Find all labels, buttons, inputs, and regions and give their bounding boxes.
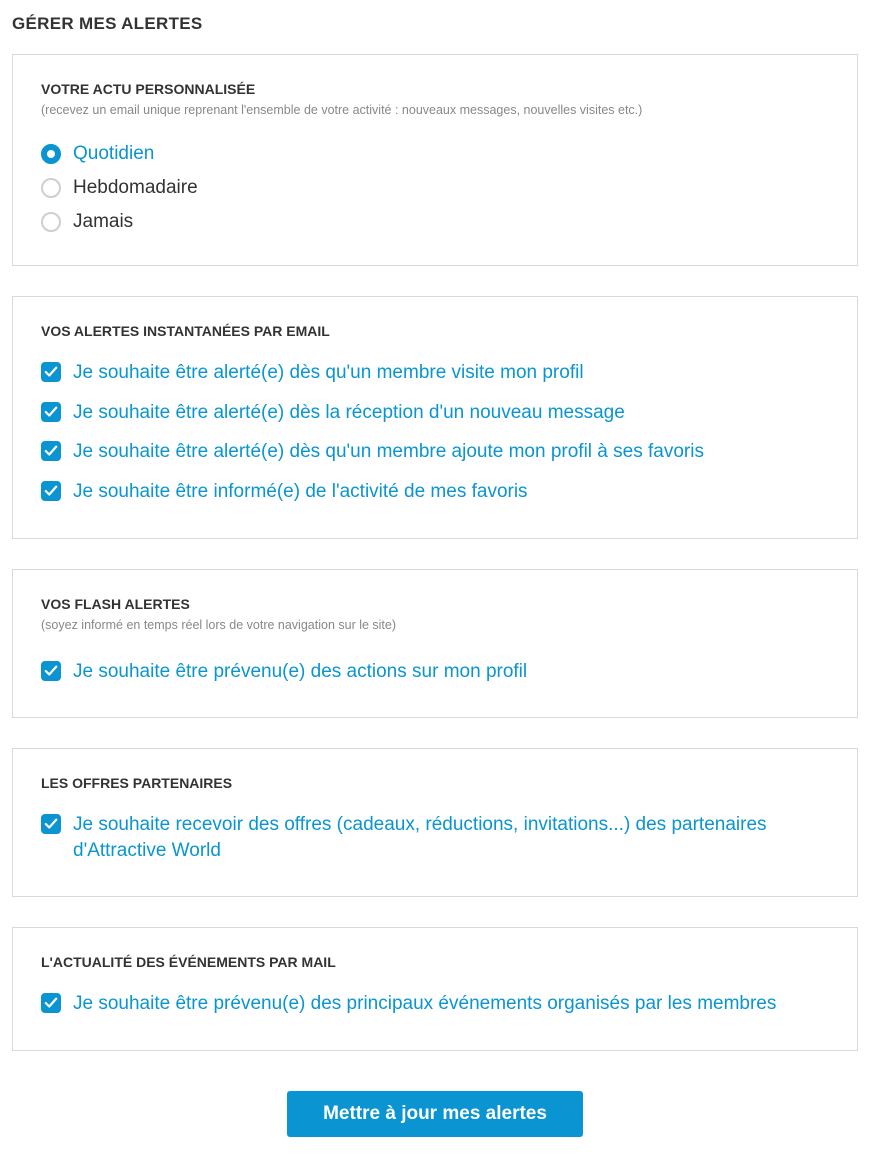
section-instant-title: VOS ALERTES INSTANTANÉES PAR EMAIL (41, 323, 829, 339)
checkbox-events[interactable]: Je souhaite être prévenu(e) des principa… (41, 984, 829, 1024)
section-evenements-title: L'ACTUALITÉ DES ÉVÉNEMENTS PAR MAIL (41, 954, 829, 970)
section-evenements: L'ACTUALITÉ DES ÉVÉNEMENTS PAR MAIL Je s… (12, 927, 858, 1051)
radio-icon (41, 178, 61, 198)
radio-hebdomadaire[interactable]: Hebdomadaire (41, 171, 829, 205)
radio-icon (41, 144, 61, 164)
radio-jamais[interactable]: Jamais (41, 205, 829, 239)
checkbox-alert-activite-label: Je souhaite être informé(e) de l'activit… (73, 479, 528, 505)
radio-jamais-label: Jamais (73, 211, 133, 233)
section-flash-title: VOS FLASH ALERTES (41, 596, 829, 612)
checkbox-alert-visite-label: Je souhaite être alerté(e) dès qu'un mem… (73, 360, 584, 386)
section-actu-title: VOTRE ACTU PERSONNALISÉE (41, 81, 829, 97)
checkbox-partenaires-offres[interactable]: Je souhaite recevoir des offres (cadeaux… (41, 805, 829, 870)
checkbox-flash-actions-label: Je souhaite être prévenu(e) des actions … (73, 659, 527, 685)
section-partenaires-title: LES OFFRES PARTENAIRES (41, 775, 829, 791)
check-icon (41, 814, 61, 834)
checkbox-flash-actions[interactable]: Je souhaite être prévenu(e) des actions … (41, 652, 829, 692)
check-icon (41, 481, 61, 501)
page-title: GÉRER MES ALERTES (12, 14, 858, 34)
radio-icon (41, 212, 61, 232)
radio-hebdomadaire-label: Hebdomadaire (73, 177, 198, 199)
section-partenaires: LES OFFRES PARTENAIRES Je souhaite recev… (12, 748, 858, 897)
checkbox-alert-activite[interactable]: Je souhaite être informé(e) de l'activit… (41, 472, 829, 512)
radio-quotidien-label: Quotidien (73, 143, 154, 165)
check-icon (41, 661, 61, 681)
check-icon (41, 441, 61, 461)
checkbox-events-label: Je souhaite être prévenu(e) des principa… (73, 991, 776, 1017)
checkbox-alert-visite[interactable]: Je souhaite être alerté(e) dès qu'un mem… (41, 353, 829, 393)
checkbox-alert-favoris[interactable]: Je souhaite être alerté(e) dès qu'un mem… (41, 432, 829, 472)
section-actu-subtitle: (recevez un email unique reprenant l'ens… (41, 103, 829, 117)
section-actu: VOTRE ACTU PERSONNALISÉE (recevez un ema… (12, 54, 858, 266)
checkbox-alert-message-label: Je souhaite être alerté(e) dès la récept… (73, 400, 625, 426)
check-icon (41, 993, 61, 1013)
checkbox-alert-favoris-label: Je souhaite être alerté(e) dès qu'un mem… (73, 439, 704, 465)
section-instant: VOS ALERTES INSTANTANÉES PAR EMAIL Je so… (12, 296, 858, 539)
checkbox-alert-message[interactable]: Je souhaite être alerté(e) dès la récept… (41, 393, 829, 433)
checkbox-partenaires-offres-label: Je souhaite recevoir des offres (cadeaux… (73, 812, 829, 863)
submit-button[interactable]: Mettre à jour mes alertes (287, 1091, 583, 1137)
check-icon (41, 402, 61, 422)
check-icon (41, 362, 61, 382)
section-flash-subtitle: (soyez informé en temps réel lors de vot… (41, 618, 829, 632)
radio-quotidien[interactable]: Quotidien (41, 137, 829, 171)
section-flash: VOS FLASH ALERTES (soyez informé en temp… (12, 569, 858, 719)
